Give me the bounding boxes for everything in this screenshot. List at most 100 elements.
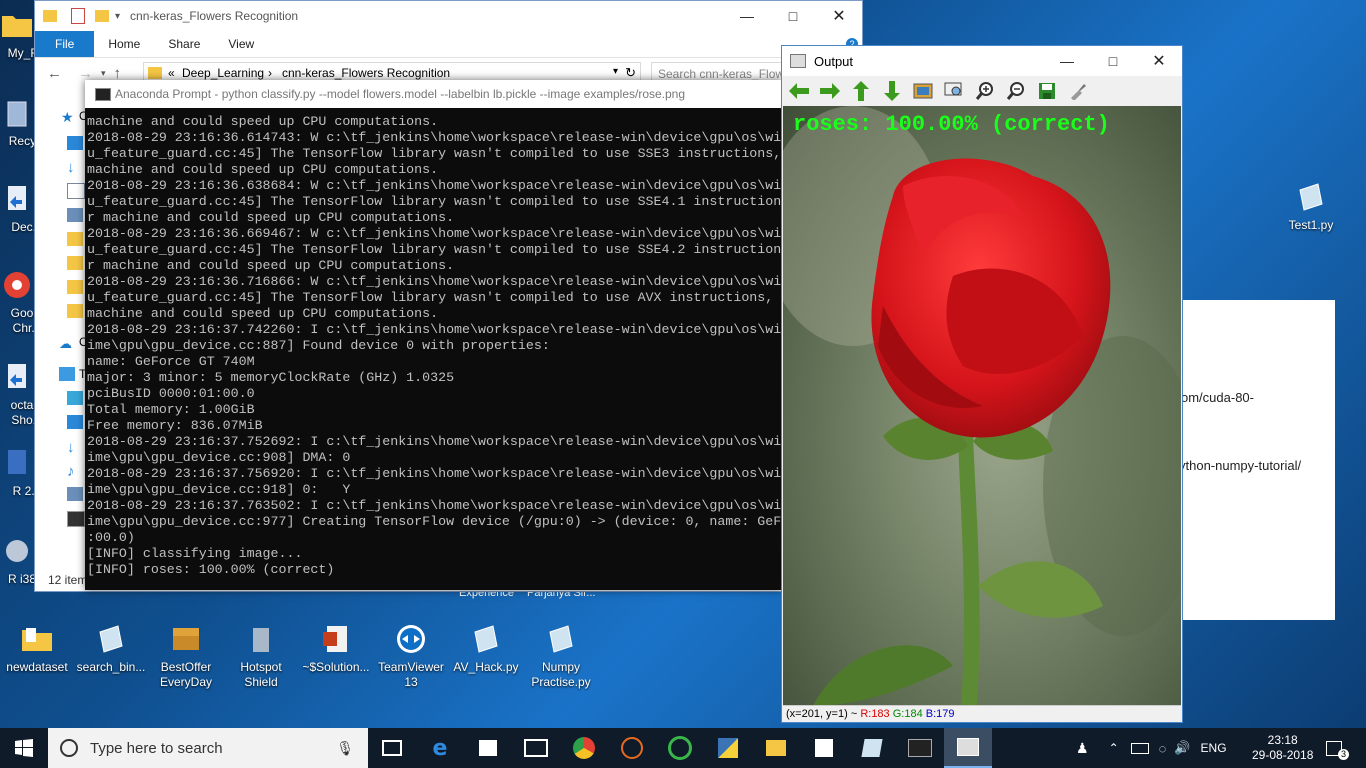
properties-icon[interactable] bbox=[71, 8, 85, 24]
document-icon[interactable] bbox=[67, 183, 85, 199]
refresh-icon[interactable]: ↻ bbox=[625, 65, 636, 81]
breadcrumb-overflow[interactable]: « bbox=[168, 66, 175, 80]
picture-icon[interactable] bbox=[67, 487, 83, 501]
python-icon[interactable] bbox=[704, 728, 752, 768]
arrow-left-icon[interactable] bbox=[788, 80, 810, 102]
wifi-icon[interactable]: ◌ bbox=[1159, 741, 1167, 756]
output-image-window[interactable]: Output — □ ✕ roses: 100.00% (correct) (x… bbox=[781, 45, 1183, 723]
folder-icon bbox=[148, 67, 162, 79]
desktop-icon-search-bin[interactable]: search_bin... bbox=[74, 622, 148, 675]
edge-icon[interactable]: e bbox=[416, 728, 464, 768]
maximize-button[interactable]: □ bbox=[770, 1, 816, 31]
back-arrow-icon[interactable]: ← bbox=[47, 65, 62, 82]
console-output[interactable]: machine and could speed up CPU computati… bbox=[87, 114, 781, 590]
console-icon[interactable] bbox=[896, 728, 944, 768]
shortcut-icon bbox=[8, 364, 26, 388]
python-file-icon[interactable] bbox=[848, 728, 896, 768]
tab-view[interactable]: View bbox=[214, 31, 268, 57]
desktop-icon-newdataset[interactable]: newdataset bbox=[0, 622, 74, 675]
chevron-down-icon[interactable]: ▾ bbox=[101, 68, 106, 79]
desktop-icon-hotspot-shield[interactable]: Hotspot Shield bbox=[224, 622, 298, 690]
chevron-down-icon[interactable]: ▾ bbox=[115, 11, 120, 22]
mail-icon[interactable] bbox=[512, 728, 560, 768]
tab-file[interactable]: File bbox=[35, 31, 95, 57]
desktop-icon-bestoffer[interactable]: BestOffer EveryDay bbox=[149, 622, 223, 690]
desktop-icon-label: BestOffer EveryDay bbox=[159, 660, 212, 689]
save-icon[interactable] bbox=[1036, 80, 1058, 102]
music-icon[interactable]: ♪ bbox=[67, 463, 83, 480]
explorer-titlebar[interactable]: ▾ cnn-keras_Flowers Recognition — □ ✕ bbox=[35, 1, 862, 31]
language-indicator[interactable]: ENG bbox=[1201, 741, 1227, 755]
picture-icon[interactable] bbox=[67, 208, 83, 222]
anaconda-prompt-window[interactable]: Anaconda Prompt - python classify.py --m… bbox=[85, 80, 783, 590]
console-line: u_feature_guard.cc:45] The TensorFlow li… bbox=[87, 242, 781, 257]
chrome-icon[interactable] bbox=[560, 728, 608, 768]
console-line: Total memory: 1.00GiB bbox=[87, 402, 255, 417]
folder-icon[interactable] bbox=[67, 232, 83, 246]
sticky-notes-icon[interactable] bbox=[800, 728, 848, 768]
download-icon[interactable]: ↓ bbox=[67, 159, 83, 176]
breadcrumb-separator-icon[interactable]: › bbox=[268, 66, 272, 80]
action-center-button[interactable]: 3 bbox=[1326, 728, 1349, 768]
minimize-button[interactable]: — bbox=[724, 1, 770, 31]
close-button[interactable]: ✕ bbox=[816, 1, 862, 31]
folder-icon[interactable] bbox=[67, 304, 83, 318]
battery-icon[interactable] bbox=[1130, 742, 1149, 754]
powerpoint-icon bbox=[323, 626, 347, 652]
zoom-in-icon[interactable] bbox=[974, 80, 996, 102]
arrow-up-icon[interactable] bbox=[850, 80, 872, 102]
image-icon[interactable] bbox=[912, 80, 934, 102]
this-pc-icon[interactable] bbox=[59, 367, 75, 381]
chevron-up-icon[interactable]: ⌃ bbox=[1109, 741, 1119, 755]
volume-icon[interactable]: 🔊 bbox=[1174, 740, 1190, 756]
cube-icon[interactable] bbox=[67, 391, 83, 405]
maximize-button[interactable]: □ bbox=[1090, 46, 1136, 76]
close-button[interactable]: ✕ bbox=[1136, 46, 1182, 76]
desktop-icon-numpy-practise[interactable]: Numpy Practise.py bbox=[524, 622, 598, 690]
properties-icon[interactable] bbox=[1067, 80, 1089, 102]
folder-icon[interactable] bbox=[67, 256, 83, 270]
clock[interactable]: 23:18 29-08-2018 bbox=[1252, 728, 1313, 768]
output-titlebar[interactable]: Output — □ ✕ bbox=[782, 46, 1182, 76]
zoom-fit-icon[interactable] bbox=[943, 80, 965, 102]
start-button[interactable] bbox=[0, 728, 48, 768]
download-icon[interactable]: ↓ bbox=[67, 439, 83, 456]
anaconda-icon[interactable] bbox=[656, 728, 704, 768]
star-icon[interactable]: ★ bbox=[61, 109, 77, 125]
monitor-icon[interactable] bbox=[67, 415, 83, 429]
people-icon[interactable]: ♟ bbox=[1076, 740, 1089, 757]
console-titlebar[interactable]: Anaconda Prompt - python classify.py --m… bbox=[85, 80, 783, 108]
taskbar-search-box[interactable]: Type here to search 🎙 bbox=[48, 728, 368, 768]
desktop-icon-label: newdataset bbox=[6, 660, 68, 674]
opencv-window-icon[interactable] bbox=[944, 728, 992, 768]
breadcrumb-item[interactable]: cnn-keras_Flowers Recognition bbox=[282, 66, 450, 80]
desktop-icon-solution[interactable]: ~$Solution... bbox=[299, 622, 373, 675]
folder-icon[interactable] bbox=[67, 280, 83, 294]
arrow-down-icon[interactable] bbox=[881, 80, 903, 102]
image-toolbar bbox=[782, 76, 1182, 106]
microphone-icon[interactable]: 🎙 bbox=[336, 740, 354, 757]
browser-window-partial[interactable]: om/cuda-80- ython-numpy-tutorial/ bbox=[1179, 300, 1335, 620]
tab-share[interactable]: Share bbox=[154, 31, 214, 57]
green-value: G:184 bbox=[892, 708, 923, 720]
onedrive-icon[interactable]: ☁ bbox=[59, 336, 75, 351]
video-icon[interactable] bbox=[67, 511, 85, 527]
new-folder-icon[interactable] bbox=[95, 10, 109, 22]
desktop-icon-av-hack[interactable]: AV_Hack.py bbox=[449, 622, 523, 675]
zoom-out-icon[interactable] bbox=[1005, 80, 1027, 102]
desktop-icon-test1[interactable]: Test1.py bbox=[1274, 180, 1348, 233]
chevron-down-icon[interactable]: ▾ bbox=[613, 66, 618, 77]
store-icon[interactable] bbox=[464, 728, 512, 768]
forward-arrow-icon[interactable]: → bbox=[78, 65, 93, 82]
breadcrumb-item[interactable]: Deep_Learning bbox=[182, 66, 264, 80]
task-view-icon[interactable] bbox=[368, 728, 416, 768]
pixel-status-bar: (x=201, y=1) ~ R:183 G:184 B:179 bbox=[783, 705, 1181, 721]
desktop-icon-teamviewer[interactable]: TeamViewer 13 bbox=[374, 622, 448, 690]
minimize-button[interactable]: — bbox=[1044, 46, 1090, 76]
up-arrow-icon[interactable]: ↑ bbox=[114, 65, 122, 82]
monitor-icon[interactable] bbox=[67, 136, 83, 150]
arrow-right-icon[interactable] bbox=[819, 80, 841, 102]
file-explorer-icon[interactable] bbox=[752, 728, 800, 768]
spyder-icon[interactable] bbox=[608, 728, 656, 768]
tab-home[interactable]: Home bbox=[94, 31, 154, 57]
